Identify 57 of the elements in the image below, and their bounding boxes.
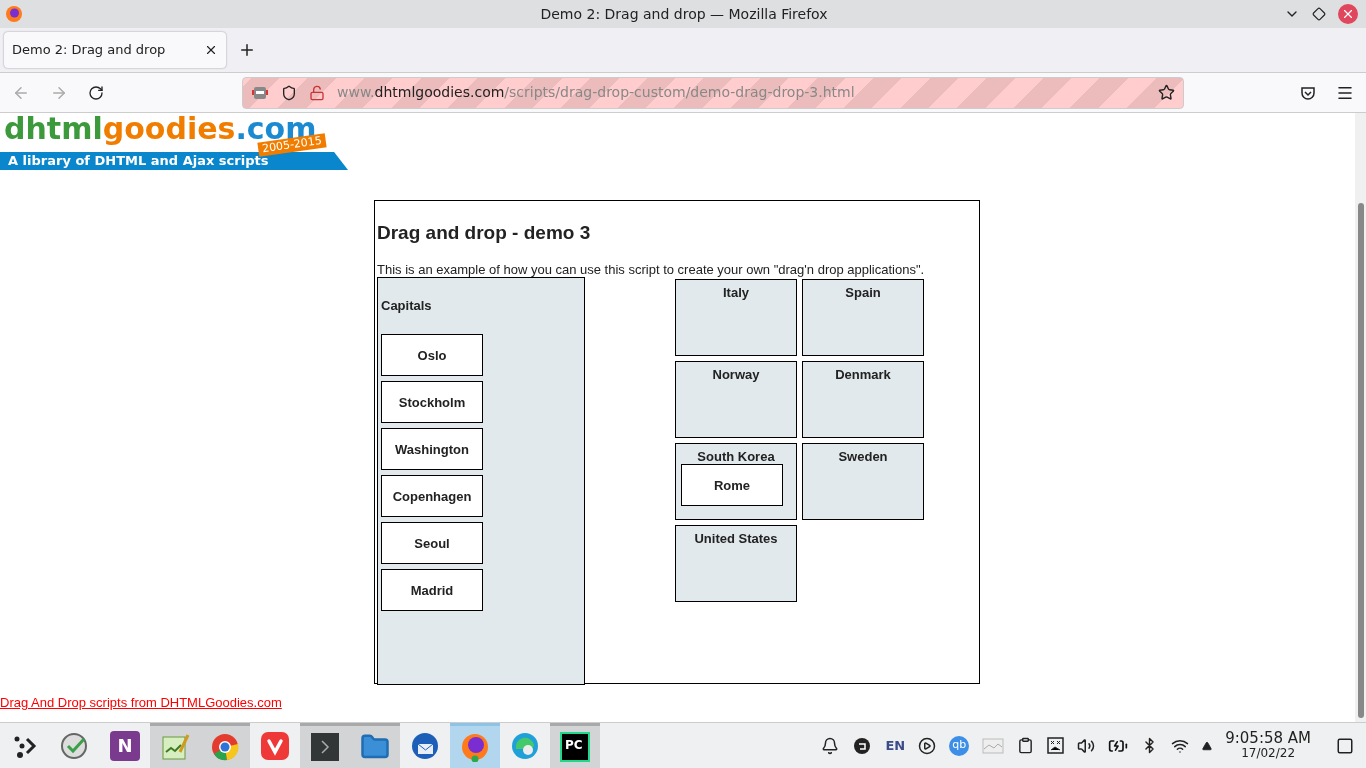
terminal-icon <box>310 732 340 762</box>
capital-card[interactable]: Madrid <box>381 569 483 611</box>
bookmark-icon[interactable] <box>1158 84 1175 101</box>
country-name: Sweden <box>838 448 888 464</box>
taskbar-app[interactable] <box>300 722 350 768</box>
tab-title: Demo 2: Drag and drop <box>12 41 167 60</box>
country-name: Norway <box>712 366 760 382</box>
vivaldi-icon <box>260 730 290 761</box>
clock-time: 9:05:58 AM <box>1225 730 1311 746</box>
onenote-icon: N <box>110 730 140 761</box>
chrome-icon <box>210 732 240 762</box>
country-name: United States <box>694 530 778 546</box>
capital-card[interactable]: Seoul <box>381 522 483 564</box>
capital-card[interactable]: Washington <box>381 428 483 470</box>
pocket-icon[interactable] <box>1300 84 1316 101</box>
new-tab-button[interactable] <box>238 41 256 59</box>
reload-button[interactable] <box>88 84 104 101</box>
pycharm-icon: PC <box>560 732 590 762</box>
url-text: www.dhtmlgoodies.com/scripts/drag-drop-custom/demo-drag-drop-3.html <box>337 83 855 102</box>
capital-card[interactable]: Rome <box>681 463 783 506</box>
insecure-lock-icon <box>309 84 325 101</box>
edge-icon <box>510 730 540 761</box>
taskbar-app[interactable]: PC <box>550 722 600 768</box>
firefox-icon <box>4 4 24 24</box>
language-indicator[interactable]: EN <box>885 735 906 756</box>
capital-card[interactable]: Stockholm <box>381 381 483 423</box>
firefox-icon <box>460 732 490 762</box>
demo-description: This is an example of how you can use this script to create your own "drag'n drop applications". <box>377 262 926 277</box>
clock-date: 17/02/22 <box>1241 745 1296 761</box>
image-icon[interactable] <box>1047 737 1065 754</box>
address-bar[interactable]: www.dhtmlgoodies.com/scripts/drag-drop-custom/demo-drag-drop-3.html <box>242 76 1184 109</box>
country-name: South Korea <box>697 448 775 464</box>
window-title: Demo 2: Drag and drop — Mozilla Firefox <box>540 4 828 24</box>
demo-heading: Drag and drop - demo 3 <box>377 221 592 245</box>
maximize-button[interactable] <box>1312 7 1326 21</box>
clock-icon <box>60 730 90 761</box>
mail-bird-icon <box>410 730 440 761</box>
editor-icon <box>160 732 190 762</box>
footer-link[interactable]: Drag And Drop scripts from DHTMLGoodies.com <box>0 692 282 712</box>
taskbar-app[interactable]: N <box>100 722 150 768</box>
capital-card[interactable]: Oslo <box>381 334 483 376</box>
capital-card[interactable]: Copenhagen <box>381 475 483 517</box>
close-icon[interactable] <box>204 43 218 57</box>
close-button[interactable] <box>1338 4 1358 24</box>
capitals-title: Capitals <box>381 296 433 315</box>
volume-icon[interactable] <box>1077 736 1096 755</box>
alarm-icon[interactable] <box>821 736 840 755</box>
country-name: Denmark <box>835 366 891 382</box>
clipboard-icon[interactable] <box>1017 737 1035 754</box>
shield-icon <box>281 84 297 101</box>
browser-tab[interactable]: Demo 2: Drag and drop <box>4 32 226 68</box>
country-name: Spain <box>845 284 881 300</box>
country-name: Italy <box>723 284 749 300</box>
media-icon[interactable] <box>918 736 937 755</box>
show-desktop-button[interactable] <box>1336 736 1354 755</box>
expand-tray-icon[interactable] <box>1202 740 1213 751</box>
clock[interactable]: 9:05:58 AM 17/02/22 <box>1225 730 1311 761</box>
